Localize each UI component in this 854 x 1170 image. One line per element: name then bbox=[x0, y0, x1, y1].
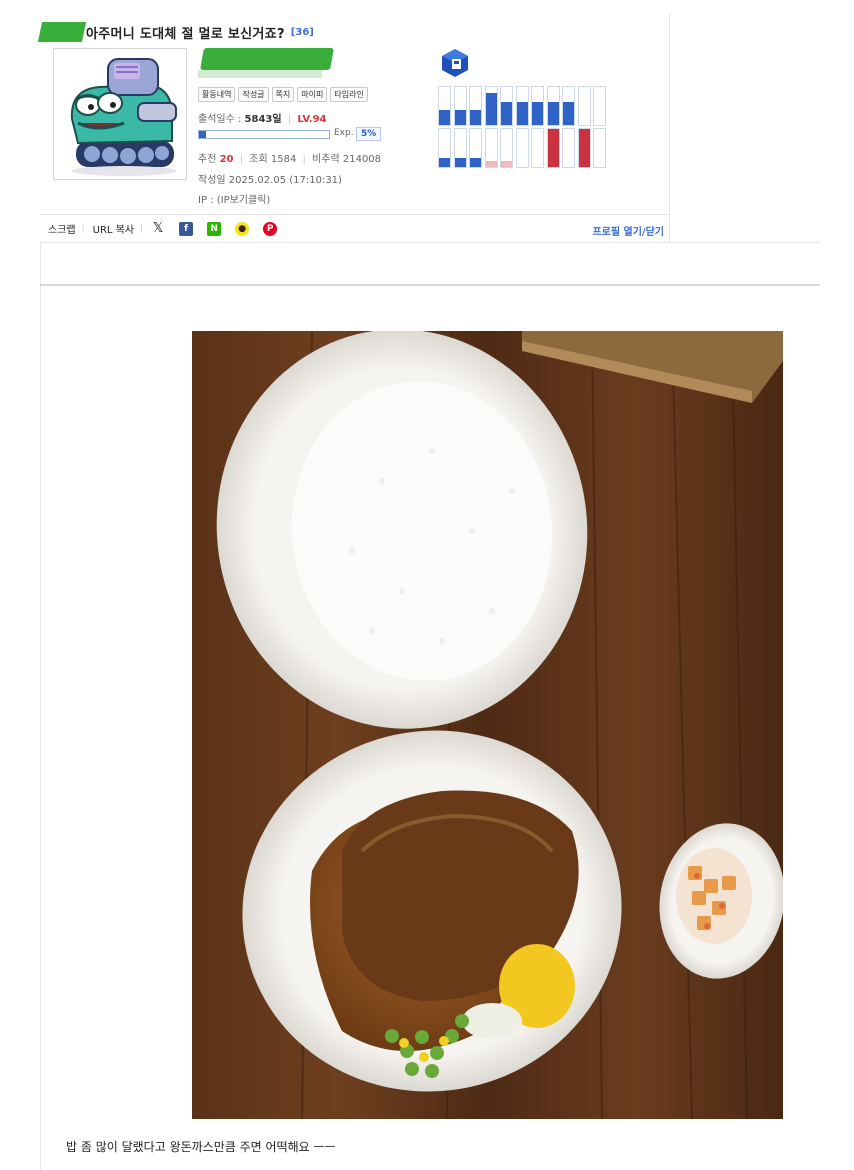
activity-graph-top-cell bbox=[515, 86, 529, 126]
kakaotalk-icon[interactable]: ● bbox=[235, 221, 250, 236]
post-image[interactable] bbox=[192, 331, 783, 1119]
nonrec-value: 214008 bbox=[342, 154, 382, 165]
activity-graph-top-bar bbox=[532, 102, 543, 125]
activity-graph-top-cell bbox=[453, 86, 467, 126]
activity-graph-bottom-cell bbox=[531, 128, 544, 168]
header-divider bbox=[40, 242, 820, 243]
activity-graph-top-cell bbox=[484, 86, 498, 126]
message-button[interactable]: 쪽지 bbox=[271, 87, 295, 102]
user-info bbox=[198, 48, 418, 78]
share-bar: 스크랩 | URL 복사 | 𝕏 f N ● P 프로필 열기/닫기 bbox=[40, 214, 670, 242]
profile-buttons: 활동내역 작성글 쪽지 마이피 타임라인 bbox=[198, 87, 368, 102]
post-stats-line: 추천 20 | 조회 1584 | 비추력 214008 bbox=[198, 154, 382, 165]
mypi-button[interactable]: 마이피 bbox=[297, 87, 328, 102]
post-caption: 밥 좀 많이 달랬다고 왕돈까스만큼 주면 어떡해요 ㅡㅡ bbox=[66, 1140, 336, 1154]
activity-graph-top-bar bbox=[547, 102, 559, 125]
level-icon bbox=[440, 48, 470, 78]
activity-graph-top-cell bbox=[577, 86, 591, 126]
activity-graph-top-cell bbox=[500, 86, 513, 126]
profile-toggle-link[interactable]: 프로필 열기/닫기 bbox=[592, 223, 664, 238]
avatar-image bbox=[54, 49, 186, 179]
ip-value[interactable]: (IP보기클릭) bbox=[217, 195, 271, 206]
activity-graph-top-bar bbox=[501, 102, 512, 125]
activity-graph-top-bar bbox=[563, 102, 574, 125]
views-label: 조회 bbox=[249, 154, 268, 165]
level-badge: LV.94 bbox=[297, 114, 327, 125]
activity-graph-top-cell bbox=[562, 86, 575, 126]
activity-graph-bottom-cell bbox=[577, 128, 591, 168]
activity-graph-bottom-cell bbox=[562, 128, 575, 168]
exp-progress-bar bbox=[198, 130, 330, 139]
post-title: 아주머니 도대체 절 멀로 보신거죠? bbox=[86, 26, 285, 42]
x-icon[interactable]: 𝕏 bbox=[151, 221, 166, 236]
activity-graph-top-cell bbox=[469, 86, 482, 126]
naver-icon[interactable]: N bbox=[207, 221, 222, 236]
activity-graph-bottom-cell bbox=[469, 128, 482, 168]
activity-graph-bottom-cell bbox=[438, 128, 451, 168]
exp-value: 5% bbox=[356, 127, 382, 141]
scrap-button[interactable]: 스크랩 bbox=[48, 221, 76, 236]
nonrec-label: 비추력 bbox=[312, 154, 340, 165]
activity-graph-bottom-bar bbox=[470, 157, 481, 167]
attendance-value: 5843일 bbox=[244, 114, 282, 125]
activity-graph-bottom-cell bbox=[484, 128, 498, 168]
title-row: 아주머니 도대체 절 멀로 보신거죠? [36] bbox=[37, 22, 314, 42]
censored-subtitle bbox=[198, 70, 322, 78]
activity-graph-top-cell bbox=[438, 86, 451, 126]
activity-graph-top-bar bbox=[516, 102, 528, 125]
activity-graph-bottom-bar bbox=[485, 161, 497, 167]
post-header: 아주머니 도대체 절 멀로 보신거죠? [36] 활동내역 작성글 쪽지 마이피… bbox=[37, 14, 670, 242]
written-posts-button[interactable]: 작성글 bbox=[238, 87, 269, 102]
food-photo bbox=[192, 331, 783, 1119]
activity-graph-bottom-bar bbox=[501, 161, 512, 167]
activity-graph-bottom-cell bbox=[515, 128, 529, 168]
pinterest-icon[interactable]: P bbox=[263, 221, 278, 236]
date-value: 2025.02.05 (17:10:31) bbox=[228, 175, 342, 186]
activity-graph-top-bar bbox=[454, 109, 466, 125]
ip-line: IP : (IP보기클릭) bbox=[198, 191, 270, 206]
ip-label: IP : bbox=[198, 195, 214, 206]
recommend-label: 추천 bbox=[198, 154, 217, 165]
activity-graph-bottom-cell bbox=[546, 128, 560, 168]
timeline-button[interactable]: 타임라인 bbox=[330, 87, 368, 102]
activity-button[interactable]: 활동내역 bbox=[198, 87, 236, 102]
censor-mark bbox=[37, 22, 87, 42]
content-left-border bbox=[40, 242, 41, 1170]
activity-graph-bottom-bar bbox=[439, 157, 450, 167]
activity-graph-bottom-cell bbox=[593, 128, 606, 168]
views-value: 1584 bbox=[270, 154, 297, 165]
activity-graph-bottom-cell bbox=[500, 128, 513, 168]
exp-progress-fill bbox=[199, 131, 206, 138]
recommend-value: 20 bbox=[219, 154, 234, 165]
url-copy-button[interactable]: URL 복사 bbox=[93, 221, 134, 236]
activity-graph-bottom-cell bbox=[453, 128, 467, 168]
date-label: 작성일 bbox=[198, 175, 226, 186]
exp-label: Exp. bbox=[334, 128, 354, 138]
avatar[interactable] bbox=[53, 48, 187, 180]
activity-graph-top-cell bbox=[593, 86, 606, 126]
activity-graph-top-bar bbox=[470, 109, 481, 125]
comment-count[interactable]: [36] bbox=[291, 27, 314, 38]
activity-graph-bottom-bar bbox=[454, 157, 466, 167]
activity-graph-top-bar bbox=[439, 109, 450, 125]
attendance-label: 출석일수 : bbox=[198, 114, 242, 125]
content-divider bbox=[40, 284, 820, 286]
activity-graph-bottom-bar bbox=[547, 129, 559, 167]
activity-graph-top-bar bbox=[485, 92, 497, 125]
activity-graph-top-cell bbox=[531, 86, 544, 126]
activity-graph-top-cell bbox=[546, 86, 560, 126]
facebook-icon[interactable]: f bbox=[179, 221, 194, 236]
activity-graph-bottom-bar bbox=[578, 129, 590, 167]
date-line: 작성일 2025.02.05 (17:10:31) bbox=[198, 171, 342, 186]
censored-nickname bbox=[200, 48, 334, 70]
attendance-line: 출석일수 : 5843일 | LV.94 bbox=[198, 114, 327, 125]
